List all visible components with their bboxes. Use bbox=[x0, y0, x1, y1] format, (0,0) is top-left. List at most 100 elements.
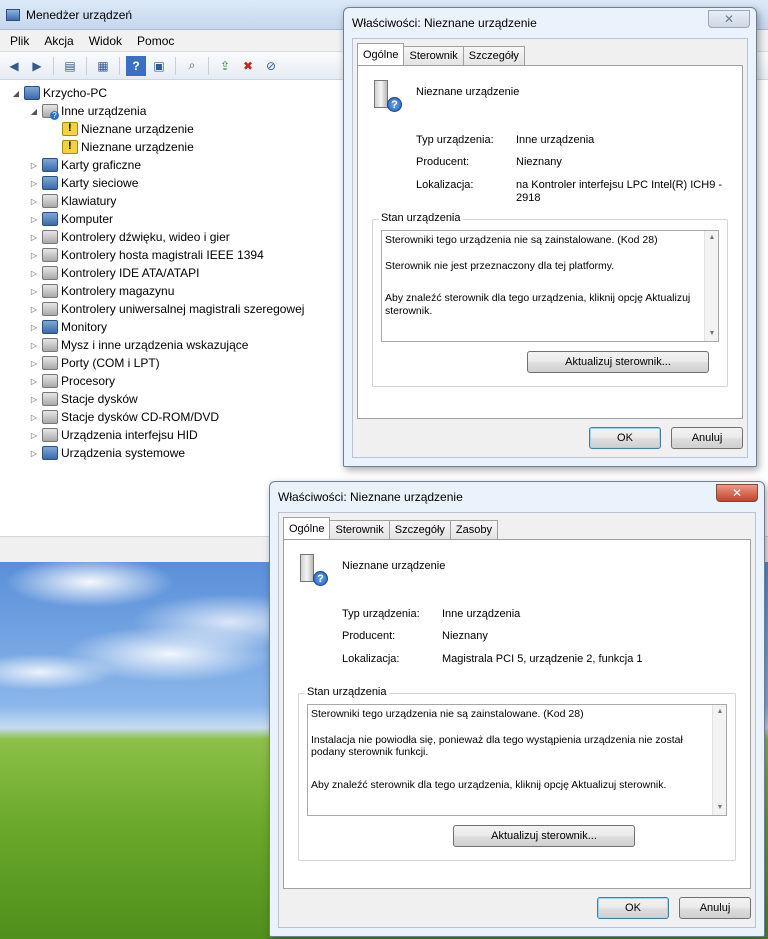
warning-device-icon bbox=[62, 140, 78, 154]
disable-icon[interactable]: ⊘ bbox=[261, 56, 281, 76]
dialog-2-close-button[interactable]: ✕ bbox=[716, 484, 758, 502]
device-icon bbox=[42, 266, 58, 280]
dialog-1-titlebar[interactable]: Właściwości: Nieznane urządzenie ✕ bbox=[344, 8, 756, 38]
tree-item-label: Urządzenia systemowe bbox=[61, 446, 186, 460]
update-driver-icon[interactable]: ⇪ bbox=[215, 56, 235, 76]
collapse-icon[interactable]: ◢ bbox=[28, 107, 40, 116]
location-value: na Kontroler interfejsu LPC Intel(R) ICH… bbox=[516, 179, 722, 205]
device-manager-title: Menedżer urządzeń bbox=[26, 7, 133, 22]
menu-action[interactable]: Akcja bbox=[38, 32, 79, 50]
device-icon bbox=[42, 104, 59, 120]
show-hidden-icon[interactable]: ▣ bbox=[149, 56, 169, 76]
expand-icon[interactable]: ▷ bbox=[28, 197, 40, 206]
device-name: Nieznane urządzenie bbox=[416, 86, 520, 98]
expand-icon[interactable]: ▷ bbox=[28, 395, 40, 404]
collapse-icon[interactable]: ◢ bbox=[10, 89, 22, 98]
cancel-button[interactable]: Anuluj bbox=[679, 897, 751, 919]
location-label: Lokalizacja: bbox=[342, 653, 400, 665]
tree-item[interactable]: ◢ Inne urządzenia bbox=[0, 102, 345, 120]
expand-icon[interactable]: ▷ bbox=[28, 413, 40, 422]
view-icon[interactable]: ▦ bbox=[93, 56, 113, 76]
tree-item[interactable]: ▷ Mysz i inne urządzenia wskazujące bbox=[0, 336, 345, 354]
scroll-up-icon[interactable]: ▲ bbox=[713, 705, 727, 719]
tree-item[interactable]: ▷ Kontrolery dźwięku, wideo i gier bbox=[0, 228, 345, 246]
dialog-2-titlebar[interactable]: Właściwości: Nieznane urządzenie ✕ bbox=[270, 482, 764, 512]
tab-details[interactable]: Szczegóły bbox=[388, 520, 451, 539]
menu-help[interactable]: Pomoc bbox=[131, 32, 180, 50]
expand-icon[interactable]: ▷ bbox=[28, 341, 40, 350]
ok-button[interactable]: OK bbox=[597, 897, 669, 919]
tree-item[interactable]: ▷ Karty sieciowe bbox=[0, 174, 345, 192]
tree-item[interactable]: ▷ Komputer bbox=[0, 210, 345, 228]
expand-icon[interactable]: ▷ bbox=[28, 161, 40, 170]
device-status-textbox[interactable]: Sterowniki tego urządzenia nie są zainst… bbox=[381, 230, 719, 342]
tree-item[interactable]: ▷ Stacje dysków CD-ROM/DVD bbox=[0, 408, 345, 426]
tree-item[interactable]: Nieznane urządzenie bbox=[0, 120, 345, 138]
expand-icon[interactable]: ▷ bbox=[28, 377, 40, 386]
tree-item-label: Nieznane urządzenie bbox=[81, 122, 194, 136]
unknown-device-icon: ? bbox=[372, 80, 402, 112]
update-driver-button[interactable]: Aktualizuj sterownik... bbox=[527, 351, 709, 373]
expand-icon[interactable]: ▷ bbox=[28, 251, 40, 260]
ok-button[interactable]: OK bbox=[589, 427, 661, 449]
tree-item[interactable]: ◢ Krzycho-PC bbox=[0, 84, 345, 102]
tree-item[interactable]: ▷ Karty graficzne bbox=[0, 156, 345, 174]
dialog-1-tabs: Ogólne Sterownik Szczegóły bbox=[357, 43, 525, 65]
dialog-1-title: Właściwości: Nieznane urządzenie bbox=[352, 16, 537, 30]
tab-details[interactable]: Szczegóły bbox=[462, 46, 525, 65]
cancel-button[interactable]: Anuluj bbox=[671, 427, 743, 449]
expand-icon[interactable]: ▷ bbox=[28, 305, 40, 314]
tree-item[interactable]: ▷ Stacje dysków bbox=[0, 390, 345, 408]
expand-icon[interactable]: ▷ bbox=[28, 359, 40, 368]
expand-icon[interactable]: ▷ bbox=[28, 431, 40, 440]
expand-icon[interactable]: ▷ bbox=[28, 449, 40, 458]
tree-item[interactable]: ▷ Porty (COM i LPT) bbox=[0, 354, 345, 372]
expand-icon[interactable]: ▷ bbox=[28, 269, 40, 278]
tab-general[interactable]: Ogólne bbox=[357, 43, 405, 65]
dialog-2-body: Ogólne Sterownik Szczegóły Zasoby ? Niez… bbox=[278, 512, 756, 928]
menu-view[interactable]: Widok bbox=[83, 32, 128, 50]
expand-icon[interactable]: ▷ bbox=[28, 233, 40, 242]
properties-icon[interactable]: ▤ bbox=[60, 56, 80, 76]
device-icon bbox=[42, 428, 58, 442]
expand-icon[interactable]: ▷ bbox=[28, 179, 40, 188]
expand-icon[interactable]: ▷ bbox=[28, 215, 40, 224]
forward-icon[interactable]: ▶ bbox=[27, 56, 47, 76]
tree-item[interactable]: ▷ Kontrolery IDE ATA/ATAPI bbox=[0, 264, 345, 282]
tree-item[interactable]: ▷ Kontrolery hosta magistrali IEEE 1394 bbox=[0, 246, 345, 264]
location-value-line: na Kontroler interfejsu LPC Intel(R) ICH… bbox=[516, 179, 723, 191]
help-icon[interactable]: ? bbox=[126, 55, 146, 76]
expand-icon[interactable]: ▷ bbox=[28, 323, 40, 332]
back-icon[interactable]: ◀ bbox=[4, 56, 24, 76]
status-scrollbar[interactable]: ▲ ▼ bbox=[712, 705, 726, 815]
scroll-down-icon[interactable]: ▼ bbox=[713, 801, 727, 815]
tab-resources[interactable]: Zasoby bbox=[449, 520, 498, 539]
tab-general[interactable]: Ogólne bbox=[283, 517, 331, 539]
tree-item[interactable]: ▷ Urządzenia interfejsu HID bbox=[0, 426, 345, 444]
tree-item[interactable]: Nieznane urządzenie bbox=[0, 138, 345, 156]
expand-icon[interactable]: ▷ bbox=[28, 287, 40, 296]
device-status-legend: Stan urządzenia bbox=[305, 686, 389, 698]
uninstall-icon[interactable]: ✖ bbox=[238, 56, 258, 76]
dialog-1-close-button[interactable]: ✕ bbox=[708, 10, 750, 28]
scroll-up-icon[interactable]: ▲ bbox=[705, 231, 719, 245]
menu-file[interactable]: Plik bbox=[4, 32, 35, 50]
tab-driver[interactable]: Sterownik bbox=[403, 46, 464, 65]
scroll-down-icon[interactable]: ▼ bbox=[705, 327, 719, 341]
device-icon bbox=[42, 230, 58, 244]
tree-item[interactable]: ▷ Klawiatury bbox=[0, 192, 345, 210]
manufacturer-value: Nieznany bbox=[516, 156, 562, 168]
update-driver-button[interactable]: Aktualizuj sterownik... bbox=[453, 825, 635, 847]
tree-item[interactable]: ▷ Procesory bbox=[0, 372, 345, 390]
tree-item[interactable]: ▷ Urządzenia systemowe bbox=[0, 444, 345, 462]
tree-item-label: Komputer bbox=[61, 212, 114, 226]
device-status-legend: Stan urządzenia bbox=[379, 212, 463, 224]
status-scrollbar[interactable]: ▲ ▼ bbox=[704, 231, 718, 341]
device-status-textbox[interactable]: Sterowniki tego urządzenia nie są zainst… bbox=[307, 704, 727, 816]
dialog-2-general-panel: ? Nieznane urządzenie Typ urządzenia: In… bbox=[283, 539, 751, 889]
tree-item[interactable]: ▷ Monitory bbox=[0, 318, 345, 336]
tab-driver[interactable]: Sterownik bbox=[329, 520, 390, 539]
scan-icon[interactable]: ⌕ bbox=[182, 56, 202, 76]
tree-item[interactable]: ▷ Kontrolery magazynu bbox=[0, 282, 345, 300]
tree-item[interactable]: ▷ Kontrolery uniwersalnej magistrali szer… bbox=[0, 300, 345, 318]
